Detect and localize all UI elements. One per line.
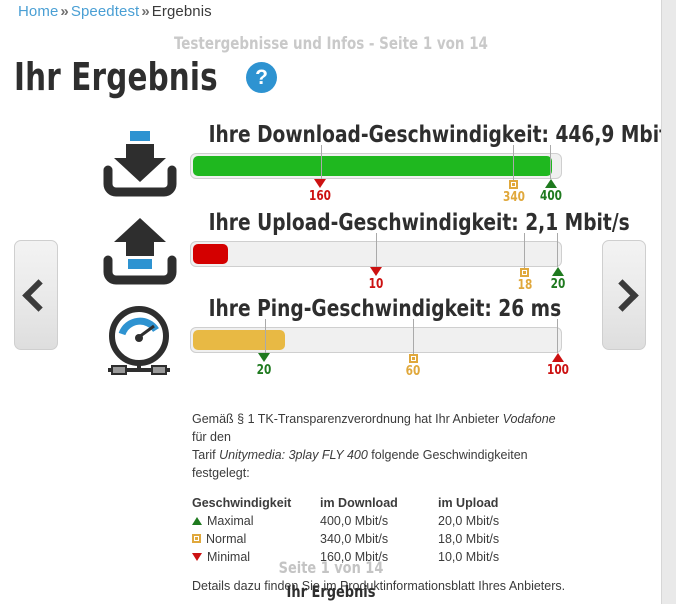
table-row: Normal 340,0 Mbit/s 18,0 Mbit/s [192, 530, 572, 548]
page-container: Home» Speedtest» Ergebnis Testergebnisse u… [0, 0, 662, 604]
help-icon[interactable]: ? [246, 61, 277, 93]
footer-title: Ihr Ergebnis [286, 582, 376, 601]
meter-marker-value: 100 [547, 363, 570, 379]
ping-label: Ihre Ping-Geschwindigkeit: 26 ms [208, 296, 562, 322]
meter-marker: 20 [244, 353, 284, 378]
upload-icon [100, 218, 178, 290]
triangle-up-icon [552, 267, 565, 277]
table-row: Maximal 400,0 Mbit/s 20,0 Mbit/s [192, 512, 572, 530]
table-cell-upload: 20,0 Mbit/s [438, 513, 500, 528]
download-fill [193, 156, 552, 177]
meter-marker-value: 400 [539, 189, 562, 205]
meter-marker: 100 [538, 353, 578, 378]
square-icon [192, 534, 201, 544]
meter-marker-value: 20 [257, 363, 272, 379]
breadcrumb-current: Ergebnis [151, 3, 212, 20]
breadcrumb-separator: » [60, 3, 69, 20]
table-cell-download: 340,0 Mbit/s [320, 531, 389, 546]
table-cell-label: Normal [206, 531, 247, 546]
meter-tick [524, 233, 525, 269]
meter-tick [376, 233, 377, 268]
meter-marker: 340 [494, 179, 534, 205]
meter-tick [512, 145, 514, 181]
page-subtitle: Testergebnisse und Infos - Seite 1 von 1… [174, 34, 488, 54]
table-header-upload: im Upload [438, 495, 499, 510]
upload-meter: Ihre Upload-Geschwindigkeit: 2,1 Mbit/s … [190, 210, 630, 297]
meter-marker-value: 160 [309, 189, 332, 205]
ping-meter: Ihre Ping-Geschwindigkeit: 26 ms 20 60 100 [190, 296, 569, 383]
footer-page: Seite 1 von 14 [278, 558, 384, 577]
table-cell-download: 400,0 Mbit/s [320, 513, 389, 528]
download-icon [100, 130, 178, 202]
table-header-row: Geschwindigkeit im Download im Upload [192, 494, 572, 512]
meter-marker: 160 [300, 179, 340, 204]
meter-tick [557, 233, 559, 268]
meter-tick [265, 319, 266, 354]
breadcrumb-link-home[interactable]: Home [18, 3, 58, 20]
meter-marker-value: 60 [405, 364, 421, 380]
meter-marker: 60 [393, 353, 433, 379]
legal-provider: Vodafone [502, 412, 556, 426]
ping-scale: 20 60 100 [190, 353, 569, 383]
upload-track [190, 233, 562, 269]
legal-line2-a: Tarif [192, 448, 220, 463]
upload-scale: 10 18 20 [190, 267, 566, 297]
download-label: Ihre Download-Geschwindigkeit: 446,9 Mbi… [208, 122, 662, 148]
triangle-down-icon [370, 267, 382, 277]
page-title-wrap: Ihr Ergebnis ? [14, 58, 277, 96]
measurement-row-ping: Ihre Ping-Geschwindigkeit: 26 ms 20 60 100 [0, 296, 661, 383]
triangle-up-icon [552, 353, 565, 363]
meter-marker: 20 [538, 267, 578, 292]
ping-track [190, 319, 562, 355]
triangle-up-icon [192, 516, 202, 525]
measurement-row-upload: Ihre Upload-Geschwindigkeit: 2,1 Mbit/s … [0, 210, 661, 297]
meter-marker: 10 [356, 267, 396, 292]
breadcrumb: Home» Speedtest» Ergebnis [18, 3, 212, 20]
table-header-speed: Geschwindigkeit [192, 495, 292, 510]
meter-marker-value: 20 [550, 277, 566, 293]
meter-marker-value: 340 [502, 190, 525, 206]
download-track [190, 145, 562, 181]
square-icon [509, 180, 519, 190]
legal-tariff: Unitymedia: 3play FLY 400 [219, 448, 368, 463]
legal-line1-b: für den [192, 430, 231, 445]
square-icon [520, 268, 530, 278]
speed-table: Geschwindigkeit im Download im Upload Ma… [192, 494, 572, 567]
triangle-down-icon [314, 179, 327, 189]
square-icon [408, 354, 418, 364]
meter-tick [320, 145, 322, 180]
breadcrumb-separator: » [141, 3, 150, 20]
table-cell-label: Maximal [207, 513, 254, 528]
page-title: Ihr Ergebnis [14, 55, 218, 99]
measurement-row-download: Ihre Download-Geschwindigkeit: 446,9 Mbi… [0, 122, 662, 209]
download-meter: Ihre Download-Geschwindigkeit: 446,9 Mbi… [190, 122, 662, 209]
upload-fill [193, 244, 228, 265]
ping-icon [100, 304, 178, 376]
table-cell-upload: 18,0 Mbit/s [438, 531, 500, 546]
download-scale: 160 340 400 [190, 179, 562, 209]
meter-tick [413, 319, 414, 355]
meter-tick [549, 145, 551, 180]
breadcrumb-link-speedtest[interactable]: Speedtest [71, 3, 139, 20]
triangle-up-icon [544, 179, 557, 189]
triangle-down-icon [258, 353, 271, 363]
legal-line1-a: Gemäß § 1 TK-Transparenzverordnung hat I… [192, 412, 503, 426]
ping-fill [193, 330, 286, 351]
table-header-download: im Download [320, 495, 398, 510]
meter-marker: 400 [531, 179, 571, 204]
meter-tick [557, 319, 559, 354]
meter-marker-value: 10 [368, 277, 384, 293]
